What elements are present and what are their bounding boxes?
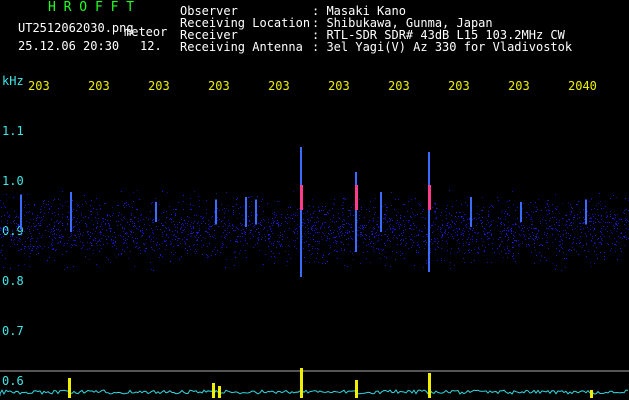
- signal-peak: [212, 383, 215, 398]
- signal-peak: [590, 390, 593, 398]
- meteor-echo: [245, 197, 247, 227]
- meteor-echo-core: [355, 185, 358, 210]
- meteor-echo: [520, 202, 522, 222]
- meteor-echo: [585, 199, 587, 225]
- meteor-echo: [155, 202, 157, 222]
- meteor-echo: [380, 192, 382, 232]
- meteor-echo: [20, 194, 22, 230]
- meteor-echo: [300, 147, 302, 277]
- baseline-trace: [0, 389, 629, 396]
- signal-peak: [218, 386, 221, 398]
- meteor-echo: [70, 192, 72, 232]
- meteor-echo: [215, 199, 217, 225]
- meteor-echo-core: [300, 185, 303, 210]
- meteor-echo: [355, 172, 357, 252]
- meteor-echo: [470, 197, 472, 227]
- signal-baseline: [0, 368, 629, 398]
- meteor-echo: [255, 199, 257, 225]
- signal-peak: [355, 380, 358, 398]
- signal-peak: [300, 368, 303, 398]
- noise-band: [0, 190, 629, 271]
- signal-peak: [428, 373, 431, 398]
- signal-peak: [68, 378, 71, 398]
- meteor-echo: [428, 152, 430, 272]
- spectrogram-plot: [0, 147, 629, 398]
- meteor-echo-core: [428, 185, 431, 210]
